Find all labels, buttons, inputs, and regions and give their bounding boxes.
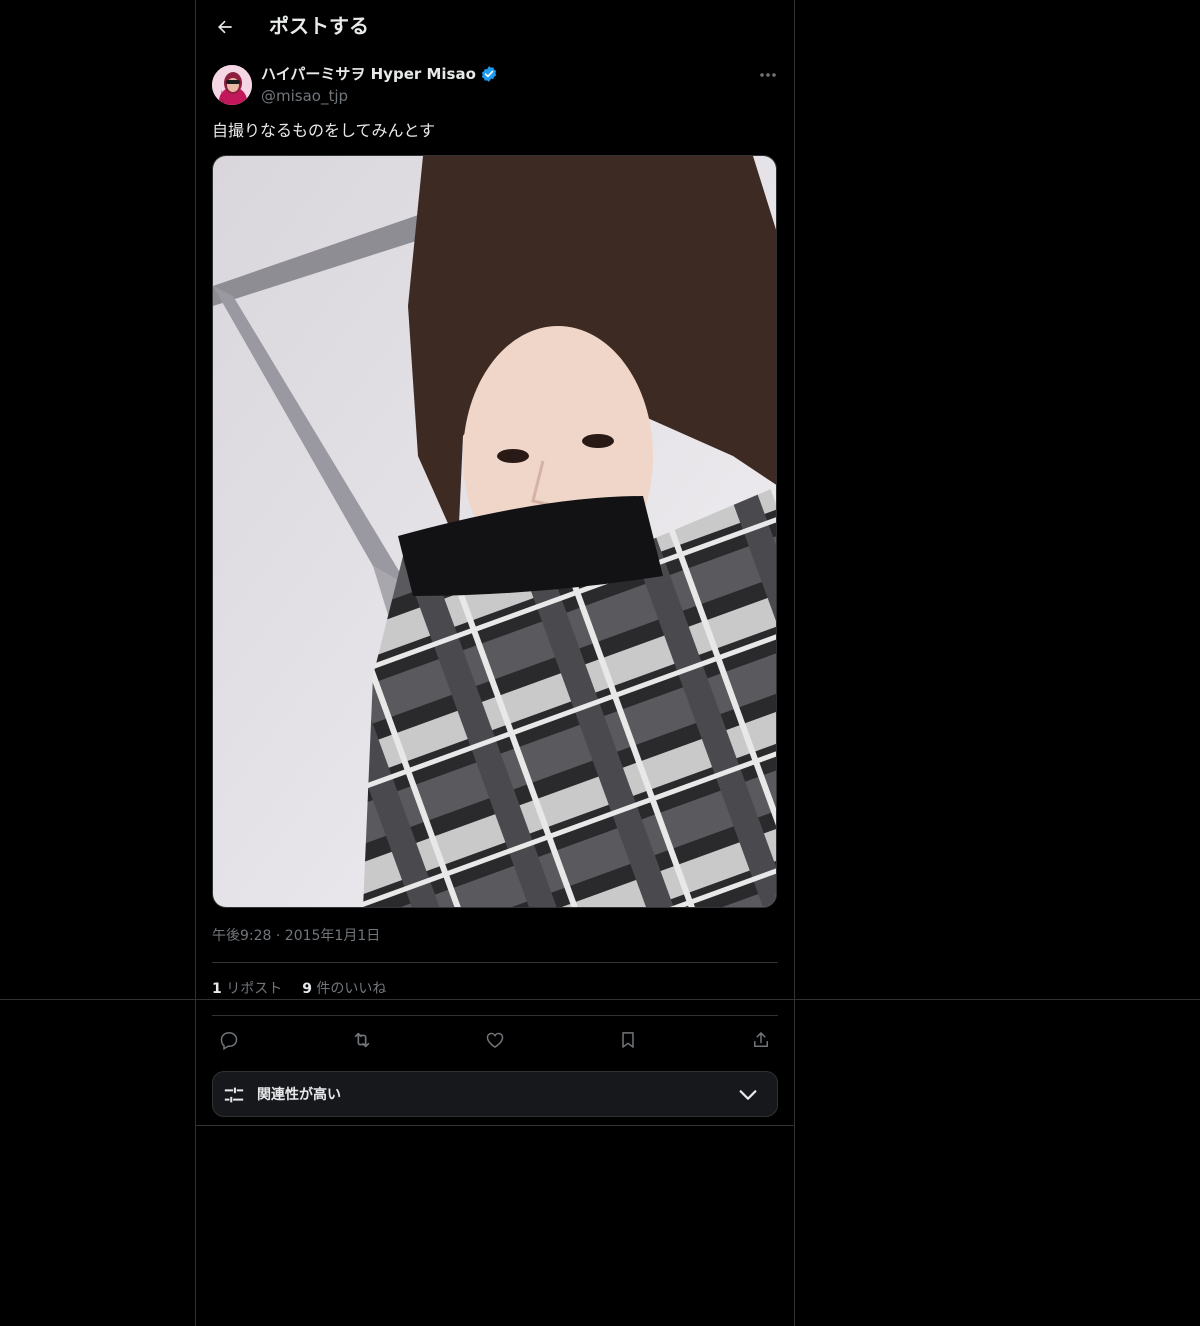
author-handle[interactable]: @misao_tjp — [261, 86, 348, 106]
share-button[interactable] — [744, 1023, 778, 1057]
author-name[interactable]: ハイパーミサヲ Hyper Misao — [261, 64, 476, 84]
like-count-link[interactable]: 9 件のいいね — [302, 979, 386, 999]
main-column: ポストする ハイパーミサヲ Hyper Misao @misao_tjp 自撮り… — [195, 0, 795, 1326]
reply-icon — [220, 1032, 238, 1050]
repost-icon — [354, 1032, 370, 1048]
like-button[interactable] — [478, 1023, 512, 1057]
like-icon — [486, 1032, 504, 1048]
chevron-down-icon — [739, 1090, 757, 1100]
reply-button[interactable] — [212, 1023, 246, 1057]
page-title: ポストする — [269, 14, 369, 38]
bookmark-icon — [622, 1032, 634, 1048]
action-bar — [212, 1023, 778, 1057]
post-timestamp[interactable]: 午後9:28 · 2015年1月1日 — [212, 926, 380, 946]
bookmark-button[interactable] — [611, 1023, 645, 1057]
author-name-row[interactable]: ハイパーミサヲ Hyper Misao — [261, 64, 498, 84]
share-icon — [754, 1032, 768, 1047]
arrow-left-icon — [218, 20, 232, 34]
divider — [212, 1015, 778, 1016]
post-photo[interactable] — [212, 155, 777, 908]
repost-button[interactable] — [345, 1023, 379, 1057]
more-horizontal-icon — [760, 73, 776, 77]
page-header: ポストする — [196, 0, 794, 53]
reply-sort-dropdown[interactable]: 関連性が高い — [212, 1071, 778, 1117]
verified-badge-icon — [481, 66, 497, 82]
back-button[interactable] — [210, 12, 240, 42]
repost-count-link[interactable]: 1 リポスト — [212, 979, 282, 999]
post-text: 自撮りなるものをしてみんとす — [212, 121, 436, 140]
post-stats: 1 リポスト 9 件のいいね — [212, 979, 386, 999]
divider — [196, 1125, 794, 1126]
sort-label: 関連性が高い — [257, 1087, 341, 1103]
divider — [212, 962, 778, 963]
more-button[interactable] — [756, 64, 780, 86]
sliders-icon — [224, 1087, 244, 1103]
avatar[interactable] — [212, 65, 252, 105]
